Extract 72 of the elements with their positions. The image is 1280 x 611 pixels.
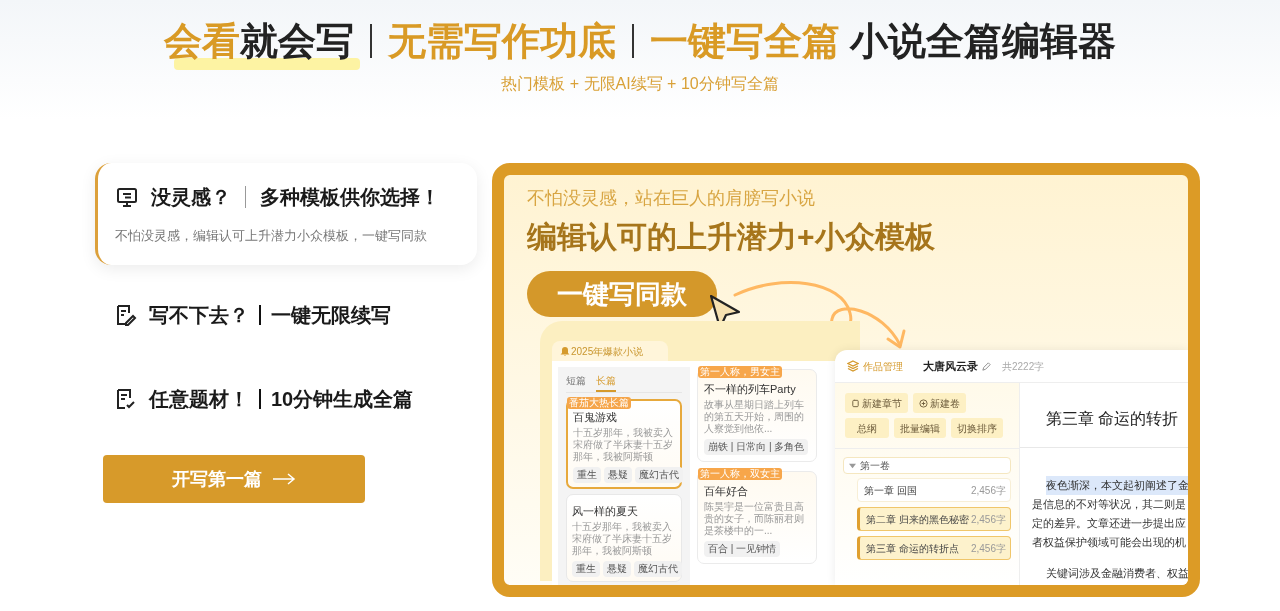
headline-text: 小说全篇编辑器 [848,19,1117,64]
feature-item[interactable]: 写不下去？ 一键无限续写 [95,273,477,357]
feature-tagline: 多种模板供你选择！ [260,185,440,211]
feature-card[interactable]: 没灵感？ 多种模板供你选择！ 不怕没灵感，编辑认可上升潜力小众模板，一键写同款 [95,163,477,265]
feature-title: 没灵感？ [151,185,231,211]
monitor-icon [115,185,139,210]
card-excerpt: 十五岁那年，我被卖入宋府做了半床妻十五岁那年，我被阿斯顿 [572,521,673,557]
chapter-row[interactable]: 第一章 回国 2,456字 [857,478,1011,502]
category-tab[interactable]: 短篇 [566,373,586,392]
genre-tag: 悬疑 [604,467,632,483]
chapter-title: 第三章 命运的转折点 [866,541,959,556]
card-badge: 第一人称，男女主 [698,366,782,378]
headline-text: 无需写作功底 [387,19,616,64]
body-text-line: 者权益保护领域可能会出现的机 [1032,535,1186,550]
card-badge: 番茄大热长篇 [567,397,631,409]
chapter-row[interactable]: 第二章 归来的黑色秘密 2,456字 [857,507,1011,531]
body-text-line: 关键词涉及金融消费者、权益 [1046,566,1188,581]
caret-icon [849,462,856,469]
book-title: 大唐风云录 [923,358,978,374]
toolbar-button[interactable]: 批量编辑 [894,418,946,438]
feature-tagline: 一键无限续写 [271,303,391,328]
subtitle-text: 热门模板 + 无限AI续写 + 10分钟写全篇 [501,74,779,94]
headline-text: 一键写全篇 [649,19,840,64]
toolbar-button[interactable]: 切换排序 [951,418,1003,438]
card-excerpt: 十五岁那年，我被卖入宋府做了半床妻十五岁那年，我被阿斯顿 [573,427,674,463]
chapter-row[interactable]: 第三章 命运的转折点 2,456字 [857,536,1011,560]
genre-tag: 魔幻古代 [634,561,682,577]
card-title: 风一样的夏天 [572,504,639,519]
genre-tag: 崩铁 | 日常向 | 多角色 [704,439,809,455]
card-title: 百年好合 [704,484,749,499]
chapter-title: 第二章 归来的黑色秘密 [866,512,969,527]
genre-tag: 悬疑 [603,561,631,577]
feature-item[interactable]: 任意题材！ 10分钟生成全篇 [95,357,477,441]
note-icon [851,398,860,408]
card-title: 百鬼游戏 [573,410,618,425]
chapter-word-count: 2,456字 [970,512,1006,527]
body-text-line: 是信息的不对等状况，其二则是 [1032,497,1186,512]
template-card[interactable]: 番茄大热长篇 百鬼游戏 十五岁那年，我被卖入宋府做了半床妻十五岁那年，我被阿斯顿 重生 悬疑 魔幻古代 [566,399,682,489]
toolbar-button[interactable]: 新建卷 [913,393,966,413]
plus-circle-icon [919,398,928,408]
feature-title: 任意题材！ [149,387,249,412]
feature-description: 不怕没灵感，编辑认可上升潜力小众模板，一键写同款 [115,227,428,246]
headline-text: 就会写 [239,19,354,64]
genre-tag: 重生 [573,467,601,483]
chapter-title: 第一章 回国 [864,483,917,498]
body-text-line: 定的差异。文章还进一步提出应 [1032,516,1186,531]
showcase-kicker: 不怕没灵感，站在巨人的肩膀写小说 [527,187,815,210]
template-card[interactable]: 第一人称，男女主 不一样的列车Party 故事从星期日踏上列车的第五天开始，周围的人察觉到他依... 崩铁 | 日常向 | 多角色 [697,369,817,462]
arrow-right-icon [272,472,296,486]
feature-title: 写不下去？ [149,303,249,328]
chapter-word-count: 2,456字 [970,483,1006,498]
toolbar-button[interactable]: 总纲 [845,418,889,438]
card-title: 不一样的列车Party [704,382,797,397]
bell-icon [560,346,570,356]
card-excerpt: 故事从星期日踏上列车的第五天开始，周围的人察觉到他依... [704,399,805,435]
volume-row[interactable]: 第一卷 [843,457,1011,474]
headline-text: 会看 [163,19,240,64]
pencil-icon [981,360,992,372]
volume-title: 第一卷 [860,459,890,473]
chapter-word-count: 2,456字 [970,541,1006,556]
showcase-headline: 编辑认可的上升潜力+小众模板 [527,219,935,255]
genre-tag: 百合 | 一见钟情 [704,541,781,557]
template-card[interactable]: 风一样的夏天 十五岁那年，我被卖入宋府做了半床妻十五岁那年，我被阿斯顿 重生 悬疑 魔幻古代 [566,494,682,582]
toolbar-button[interactable]: 新建章节 [845,393,908,413]
panel-title: 2025年爆款小说 [571,344,644,359]
layers-icon [847,360,859,372]
feature-tagline: 10分钟生成全篇 [271,387,414,412]
card-badge: 第一人称，双女主 [698,468,782,480]
word-count: 共2222字 [1002,359,1045,374]
chapter-heading: 第三章 命运的转折 [1020,383,1188,448]
genre-tag: 魔幻古代 [635,467,683,483]
genre-tag: 重生 [572,561,600,577]
